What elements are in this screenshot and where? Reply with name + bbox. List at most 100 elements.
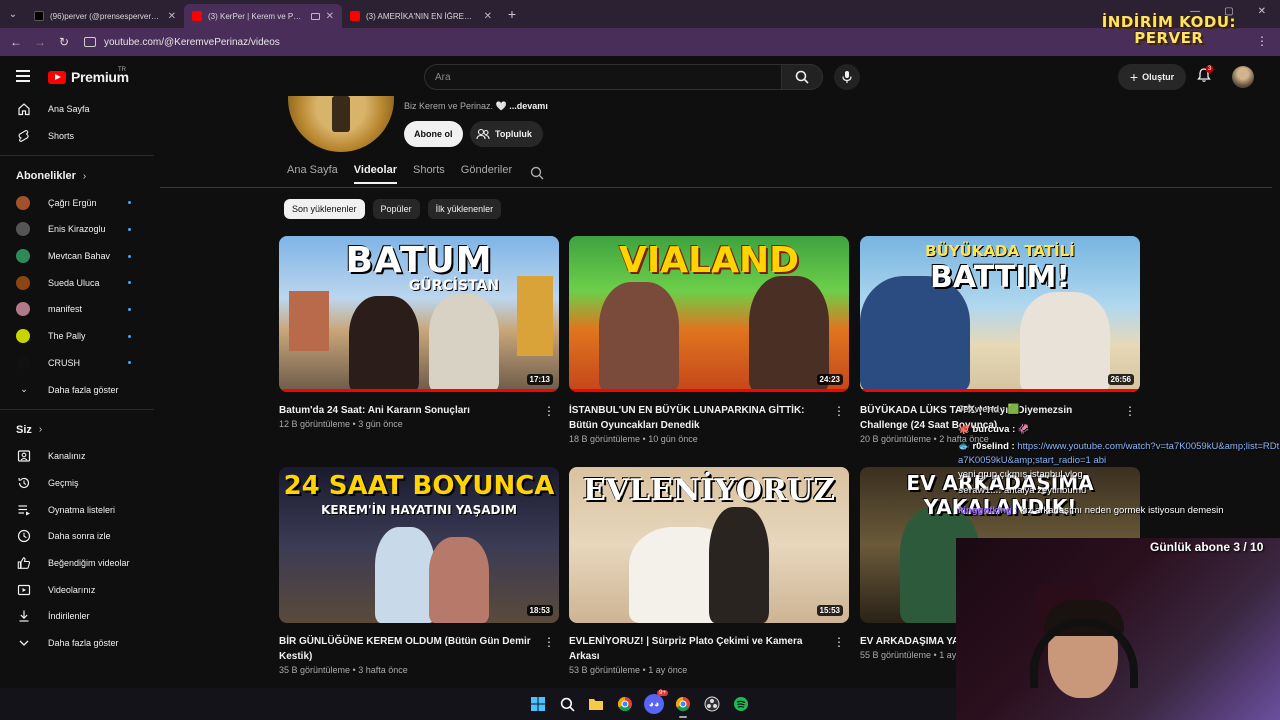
sidebar-subscription-item[interactable]: Mevtcan Bahav bbox=[0, 243, 154, 270]
tab-videos[interactable]: Videolar bbox=[353, 164, 397, 184]
tab-shorts[interactable]: Shorts bbox=[413, 164, 445, 184]
back-icon[interactable]: ← bbox=[4, 35, 28, 49]
video-thumbnail[interactable]: BÜYÜKADA TATİLİ BATTIM! 26:56 bbox=[860, 236, 1140, 392]
folder-icon[interactable] bbox=[586, 694, 606, 714]
browser-tab-3[interactable]: (3) AMERİKA'NIN EN İĞRENÇ F ✕ bbox=[342, 4, 500, 28]
chrome-icon[interactable] bbox=[673, 694, 693, 718]
webcam-overlay bbox=[956, 538, 1280, 720]
sidebar-item-history[interactable]: Geçmiş bbox=[0, 470, 154, 497]
discord-icon[interactable]: ◕◕ 9+ bbox=[644, 690, 668, 714]
notifications-button[interactable]: 3 bbox=[1196, 65, 1216, 87]
search-input[interactable]: Ara bbox=[424, 64, 782, 90]
sidebar-subscription-item[interactable]: Enis Kirazoglu bbox=[0, 216, 154, 243]
sidebar-item-label: Videolarınız bbox=[48, 584, 96, 595]
video-card[interactable]: VIALAND 24:23 İSTANBUL'UN EN BÜYÜK LUNAP… bbox=[569, 236, 849, 444]
close-window-icon[interactable]: ✕ bbox=[1258, 6, 1266, 17]
tab-close-icon[interactable]: ✕ bbox=[484, 11, 492, 22]
chat-username: r0selind : bbox=[972, 441, 1015, 452]
video-title[interactable]: EVLENİYORUZ! | Sürpriz Plato Çekimi ve K… bbox=[569, 634, 831, 664]
video-title[interactable]: BİR GÜNLÜĞÜNE KEREM OLDUM (Bütün Gün Dem… bbox=[279, 634, 541, 664]
subscribe-button[interactable]: Abone ol bbox=[404, 121, 463, 147]
tab-close-icon[interactable]: ✕ bbox=[168, 11, 176, 22]
sidebar-item-channel[interactable]: Kanalınız bbox=[0, 443, 154, 470]
thumbnail-title: VIALAND bbox=[619, 240, 799, 281]
channel-avatar[interactable] bbox=[288, 96, 394, 152]
sidebar-item-home[interactable]: Ana Sayfa bbox=[0, 96, 154, 123]
video-menu-icon[interactable]: ⋮ bbox=[543, 404, 555, 418]
video-card[interactable]: 24 SAAT BOYUNCA KEREM'İN HAYATINI YAŞADI… bbox=[279, 467, 559, 675]
sidebar-item-download[interactable]: İndirilenler bbox=[0, 603, 154, 630]
sidebar-item-clock[interactable]: Daha sonra izle bbox=[0, 523, 154, 550]
search-icon[interactable] bbox=[557, 694, 577, 714]
sidebar-subscription-item[interactable]: manifest bbox=[0, 296, 154, 323]
notification-badge: 3 bbox=[1206, 65, 1214, 73]
new-tab-button[interactable]: + bbox=[500, 6, 524, 22]
subscribe-label: Abone ol bbox=[414, 129, 453, 139]
channel-search-button[interactable] bbox=[530, 166, 544, 185]
browser-tab-1[interactable]: (96)perver (@prensesperver) | T ✕ bbox=[26, 4, 184, 28]
voice-search-button[interactable] bbox=[834, 64, 860, 90]
video-card[interactable]: EVLENİYORUZ 15:53 EVLENİYORUZ! | Sürpriz… bbox=[569, 467, 849, 675]
video-menu-icon[interactable]: ⋮ bbox=[543, 635, 555, 649]
chat-username: JeXwend : bbox=[958, 404, 1005, 415]
video-title[interactable]: İSTANBUL'UN EN BÜYÜK LUNAPARKINA GİTTİK:… bbox=[569, 403, 831, 433]
subscriptions-header[interactable]: Abonelikler › bbox=[0, 163, 154, 189]
subscriptions-show-more[interactable]: ⌄ Daha fazla göster bbox=[0, 376, 154, 403]
reload-icon[interactable]: ↻ bbox=[52, 35, 76, 49]
spotify-icon[interactable] bbox=[731, 694, 751, 714]
chip-oldest[interactable]: İlk yüklenenler bbox=[427, 199, 502, 219]
thumbnail-subtitle: BÜYÜKADA TATİLİ bbox=[925, 242, 1075, 260]
account-avatar[interactable] bbox=[1232, 66, 1254, 88]
sidebar-subscription-item[interactable]: Sueda Uluca bbox=[0, 269, 154, 296]
audio-icon[interactable] bbox=[310, 12, 320, 20]
browser-menu-icon[interactable]: ⋮ bbox=[1256, 34, 1268, 48]
you-header[interactable]: Siz › bbox=[0, 417, 154, 443]
tab-title: (96)perver (@prensesperver) | T bbox=[50, 11, 162, 21]
windows-icon[interactable] bbox=[528, 694, 548, 714]
youtube-premium-logo[interactable]: Premium TR bbox=[48, 67, 129, 85]
chip-latest[interactable]: Son yüklenenler bbox=[284, 199, 365, 219]
chat-text: kız arkadaşımı neden gormek istiyosun de… bbox=[1020, 505, 1224, 516]
sidebar-subscription-item[interactable]: The Pally bbox=[0, 323, 154, 350]
url-field[interactable]: youtube.com/@KeremvePerinaz/videos bbox=[84, 37, 280, 48]
tab-home[interactable]: Ana Sayfa bbox=[287, 164, 338, 184]
community-button[interactable]: Topluluk bbox=[470, 121, 543, 147]
video-age: 1 ay önce bbox=[648, 665, 688, 675]
forward-icon[interactable]: → bbox=[28, 35, 52, 49]
description-text: Biz Kerem ve Perinaz. bbox=[404, 101, 494, 111]
site-info-icon[interactable] bbox=[84, 37, 96, 47]
sidebar-item-video[interactable]: Videolarınız bbox=[0, 576, 154, 603]
search-button[interactable] bbox=[781, 64, 823, 90]
sidebar-subscription-item[interactable]: CRUSH bbox=[0, 350, 154, 377]
chevron-down-icon: ⌄ bbox=[20, 384, 28, 395]
hamburger-menu-icon[interactable] bbox=[16, 70, 30, 85]
create-button[interactable]: + Oluştur bbox=[1118, 64, 1186, 90]
video-thumbnail[interactable]: 24 SAAT BOYUNCA KEREM'İN HAYATINI YAŞADI… bbox=[279, 467, 559, 623]
video-title[interactable]: Batum'da 24 Saat: Ani Kararın Sonuçları bbox=[279, 403, 541, 418]
sort-chips: Son yüklenenler Popüler İlk yüklenenler bbox=[284, 199, 502, 219]
browser-tab-2[interactable]: (3) KerPer | Kerem ve Perina ✕ bbox=[184, 4, 342, 28]
obs-icon[interactable] bbox=[702, 694, 722, 714]
sidebar-item-playlist[interactable]: Oynatma listeleri bbox=[0, 496, 154, 523]
video-menu-icon[interactable]: ⋮ bbox=[833, 635, 845, 649]
chip-popular[interactable]: Popüler bbox=[372, 199, 420, 219]
tab-close-icon[interactable]: ✕ bbox=[326, 11, 334, 22]
chrome-icon[interactable] bbox=[615, 694, 635, 714]
channel-description[interactable]: Biz Kerem ve Perinaz. 🤍 ...devamı bbox=[404, 101, 548, 112]
tab-search-menu-icon[interactable]: ⌄ bbox=[0, 0, 26, 28]
sidebar-item-like[interactable]: Beğendiğim videolar bbox=[0, 550, 154, 577]
plus-icon: + bbox=[1129, 69, 1139, 85]
video-thumbnail[interactable]: VIALAND 24:23 bbox=[569, 236, 849, 392]
sidebar-item-chevron-down[interactable]: Daha fazla göster bbox=[0, 630, 154, 657]
sidebar-subscription-item[interactable]: Çağrı Ergün bbox=[0, 189, 154, 216]
video-thumbnail[interactable]: EVLENİYORUZ 15:53 bbox=[569, 467, 849, 623]
tab-posts[interactable]: Gönderiler bbox=[461, 164, 512, 184]
sidebar-item-label: Sueda Uluca bbox=[48, 277, 100, 288]
chat-message: 🐙 burcuva : 🦑 bbox=[958, 420, 1280, 440]
video-age: 3 gün önce bbox=[358, 419, 403, 429]
video-thumbnail[interactable]: BATUM GÜRCİSTAN 17:13 bbox=[279, 236, 559, 392]
video-menu-icon[interactable]: ⋮ bbox=[833, 404, 845, 418]
video-card[interactable]: BATUM GÜRCİSTAN 17:13 Batum'da 24 Saat: … bbox=[279, 236, 559, 429]
description-more-link[interactable]: ...devamı bbox=[509, 101, 548, 111]
sidebar-item-shorts[interactable]: Shorts bbox=[0, 123, 154, 150]
